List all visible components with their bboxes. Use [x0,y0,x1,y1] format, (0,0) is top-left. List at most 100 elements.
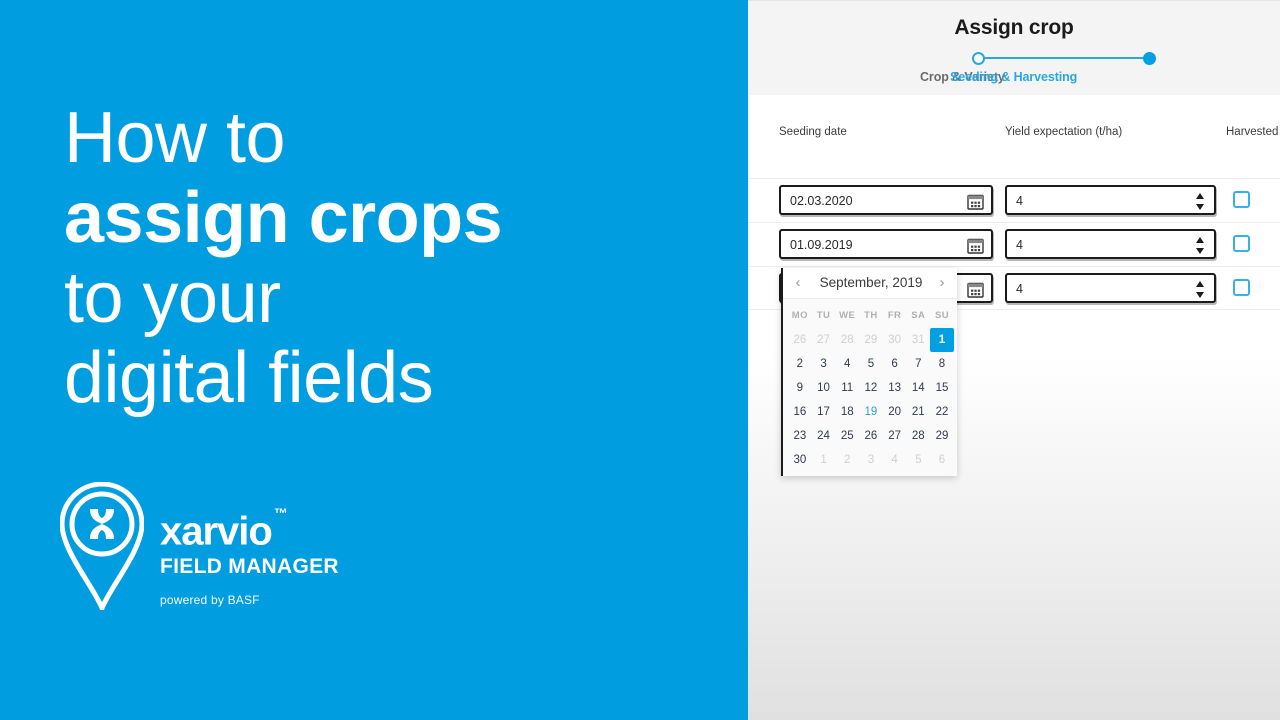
table-row: 01.09.2019 4 [748,222,1280,266]
day-cell[interactable]: 6 [930,448,954,472]
day-cell[interactable]: 4 [883,448,907,472]
seeding-date-value: 02.03.2020 [790,194,853,208]
weekday-label: TU [816,310,831,321]
harvested-checkbox[interactable] [1233,191,1250,208]
brand-subtitle: FIELD MANAGER [160,555,339,579]
day-cell[interactable]: 20 [883,400,907,424]
headline-line-1: How to [64,98,286,178]
day-cell[interactable]: 30 [788,448,812,472]
headline-line-3: to your [64,258,281,338]
day-cell[interactable]: 25 [835,424,859,448]
day-cell[interactable]: 5 [906,448,930,472]
day-cell[interactable]: 17 [812,400,836,424]
day-cell[interactable]: 1 [812,448,836,472]
day-cell[interactable]: 7 [906,352,930,376]
calendar-icon[interactable] [967,281,984,298]
date-picker-month-label: September, 2019 [819,275,923,290]
day-cell[interactable]: 23 [788,424,812,448]
logo-text-block: xarvio ™ FIELD MANAGER powered by BASF [160,482,339,607]
date-picker-week-row: 9 10 11 12 13 14 15 [788,376,954,400]
day-cell[interactable]: 12 [859,376,883,400]
headline-line-2: assign crops [64,178,503,258]
calendar-icon[interactable] [967,237,984,254]
day-cell[interactable]: 14 [906,376,930,400]
brand-name-text: xarvio [160,509,273,554]
day-cell[interactable]: 21 [906,400,930,424]
yield-expectation-input[interactable]: 4 [1005,185,1216,215]
day-cell[interactable]: 16 [788,400,812,424]
day-cell[interactable]: 11 [835,376,859,400]
day-cell[interactable]: 13 [883,376,907,400]
stepper-arrows-icon[interactable] [1195,236,1205,255]
day-cell[interactable]: 22 [930,400,954,424]
day-cell[interactable]: 4 [835,352,859,376]
weekday-label: SA [911,310,926,321]
day-cell[interactable]: 30 [883,328,907,352]
date-picker-week-row: 2345678 [788,352,954,376]
yield-expectation-input[interactable]: 4 [1005,229,1216,259]
calendar-icon[interactable] [967,193,984,210]
trademark-symbol: ™ [273,505,288,521]
weekday-label: FR [887,310,902,321]
day-cell[interactable]: 10 [812,376,836,400]
day-cell[interactable]: 29 [930,424,954,448]
date-picker-popup[interactable]: ‹ September, 2019 › MO TU WE TH FR SA SU 26 27 2… [781,268,957,476]
date-picker-week-row: 26 27 28 29 30 31 1 [788,328,954,352]
day-cell[interactable]: 28 [835,328,859,352]
date-picker-week-row: 23 24 25 26 27 28 29 [788,424,954,448]
stepper-arrows-icon[interactable] [1195,192,1205,211]
weekday-label: WE [839,310,856,321]
day-cell[interactable]: 27 [812,328,836,352]
brand-name: xarvio ™ [160,504,288,554]
harvested-checkbox[interactable] [1233,279,1250,296]
column-header-seeding-date: Seeding date [779,126,847,138]
map-pin-x-logo-icon [60,482,144,610]
app-screenshot-panel: Assign crop Crop & Variety Seeding & Har… [748,0,1280,720]
powered-by-label: powered by BASF [160,593,260,608]
stepper-label-seeding-harvesting[interactable]: Seeding & Harvesting [950,70,1077,84]
day-cell[interactable]: 26 [859,424,883,448]
date-picker-grid: MO TU WE TH FR SA SU 26 27 28 29 30 31 1 2 3 4 5 6 7 8 9 10 11… [788,304,954,472]
day-cell[interactable]: 3 [859,448,883,472]
day-cell[interactable]: 29 [859,328,883,352]
day-cell[interactable]: 26 [788,328,812,352]
stepper-dot-seeding-harvesting[interactable] [1143,52,1156,65]
date-picker-header: ‹ September, 2019 › [783,268,957,299]
weekday-label: TH [864,310,878,321]
day-cell[interactable]: 15 [930,376,954,400]
seeding-date-input[interactable]: 02.03.2020 [779,185,993,215]
column-header-yield-expectation: Yield expectation (t/ha) [1005,126,1123,138]
day-cell[interactable]: 9 [788,376,812,400]
yield-value: 4 [1016,194,1023,208]
app-title: Assign crop [954,16,1074,39]
stepper-arrows-icon[interactable] [1195,280,1205,299]
yield-expectation-input[interactable]: 4 [1005,273,1216,303]
day-cell[interactable]: 8 [930,352,954,376]
chevron-right-icon[interactable]: › [934,274,950,292]
day-cell-selected[interactable]: 1 [930,328,954,352]
day-cell[interactable]: 31 [906,328,930,352]
weekday-header-row: MO TU WE TH FR SA SU [788,304,954,328]
day-cell[interactable]: 24 [812,424,836,448]
brand-panel: How to assign crops to your digital fiel… [0,0,748,720]
stepper-dot-crop-variety[interactable] [972,52,985,65]
app-header: Assign crop Crop & Variety Seeding & Har… [748,0,1280,95]
date-picker-week-row: 16 17 18 19 20 21 22 [788,400,954,424]
page-title: How to assign crops to your digital fiel… [64,98,704,418]
day-cell-hovered[interactable]: 19 [859,400,883,424]
day-cell[interactable]: 2 [835,448,859,472]
day-cell[interactable]: 27 [883,424,907,448]
day-cell[interactable]: 3 [812,352,836,376]
day-cell[interactable]: 18 [835,400,859,424]
day-cell[interactable]: 6 [883,352,907,376]
day-cell[interactable]: 5 [859,352,883,376]
yield-value: 4 [1016,238,1023,252]
day-cell[interactable]: 28 [906,424,930,448]
seeding-date-value: 01.09.2019 [790,238,853,252]
weekday-label: SU [934,310,949,321]
seeding-date-input[interactable]: 01.09.2019 [779,229,993,259]
harvested-checkbox[interactable] [1233,235,1250,252]
date-picker-week-row: 30 1 2 3 4 5 6 [788,448,954,472]
yield-value: 4 [1016,282,1023,296]
day-cell[interactable]: 2 [788,352,812,376]
